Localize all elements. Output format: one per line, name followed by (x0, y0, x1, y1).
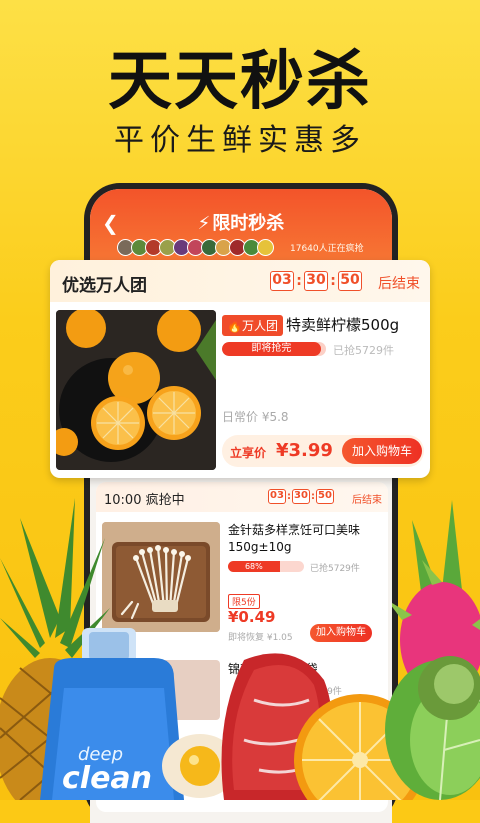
countdown-minutes: 30 (304, 271, 328, 291)
product-name[interactable]: 金针菇多样烹饪可口美味150g±10g (228, 522, 384, 556)
countdown-timer: 03 : 30 : 50 (270, 271, 362, 291)
progress-bar: 即将抢完 (222, 342, 326, 356)
orange-product-image[interactable] (56, 310, 216, 470)
countdown-suffix: 后结束 (378, 276, 420, 292)
featured-deal-header: 优选万人团 03 : 30 : 50 后结束 (50, 260, 430, 302)
fire-icon: 🔥 (227, 319, 242, 333)
shopper-avatars (117, 239, 274, 256)
sale-price: ¥0.49 (228, 608, 276, 626)
countdown-minutes: 30 (292, 489, 310, 504)
page-title: 限时秒杀 (212, 213, 285, 234)
flash-sale-header: ❮ ⚡ 限时秒杀 17640人正在疯抢 (90, 189, 392, 271)
countdown-seconds: 50 (316, 489, 334, 504)
sold-count: 已抢5729件 (310, 564, 360, 574)
shoppers-count: 17640人正在疯抢 (290, 244, 364, 254)
sold-count: 已抢5729件 (333, 344, 394, 357)
price-bar: 立享价 ¥3.99 加入购物车 (222, 435, 424, 467)
subheadline: 平价生鲜实惠多 (114, 123, 366, 158)
lightning-icon: ⚡ (197, 213, 211, 234)
group-buy-badge: 🔥万人团 (222, 315, 283, 336)
cabbage-image (418, 656, 480, 720)
enoki-mushroom-image[interactable] (102, 522, 220, 632)
headline: 天天秒杀 (108, 45, 372, 119)
countdown-timer: 03 : 30 : 50 (268, 489, 334, 504)
sale-price: ¥3.99 (276, 440, 333, 461)
progress-fill: 即将抢完 (222, 342, 321, 356)
regular-price: 日常价 ¥5.8 (222, 410, 289, 424)
countdown-hours: 03 (268, 489, 286, 504)
flash-session-title: 10:00 疯抢中 (104, 493, 185, 508)
countdown-seconds: 50 (338, 271, 362, 291)
flash-sale-list-header: 10:00 疯抢中 03 : 30 : 50 后结束 (96, 482, 388, 512)
progress-bar: 68% (228, 561, 304, 572)
countdown-hours: 03 (270, 271, 294, 291)
countdown-suffix: 后结束 (352, 495, 382, 506)
featured-deal-card: 优选万人团 03 : 30 : 50 后结束 🔥万人团 特卖鲜柠檬500g 即将… (50, 260, 430, 478)
limit-badge: 限5份 (228, 594, 260, 609)
price-label: 立享价 (230, 446, 267, 460)
avatar (257, 239, 274, 256)
progress-fill: 68% (228, 561, 280, 572)
bottle-label-clean: clean (62, 761, 152, 796)
add-to-cart-button[interactable]: 加入购物车 (341, 438, 422, 464)
product-name[interactable]: 特卖鲜柠檬500g (286, 314, 399, 335)
featured-deal-title: 优选万人团 (62, 276, 147, 296)
